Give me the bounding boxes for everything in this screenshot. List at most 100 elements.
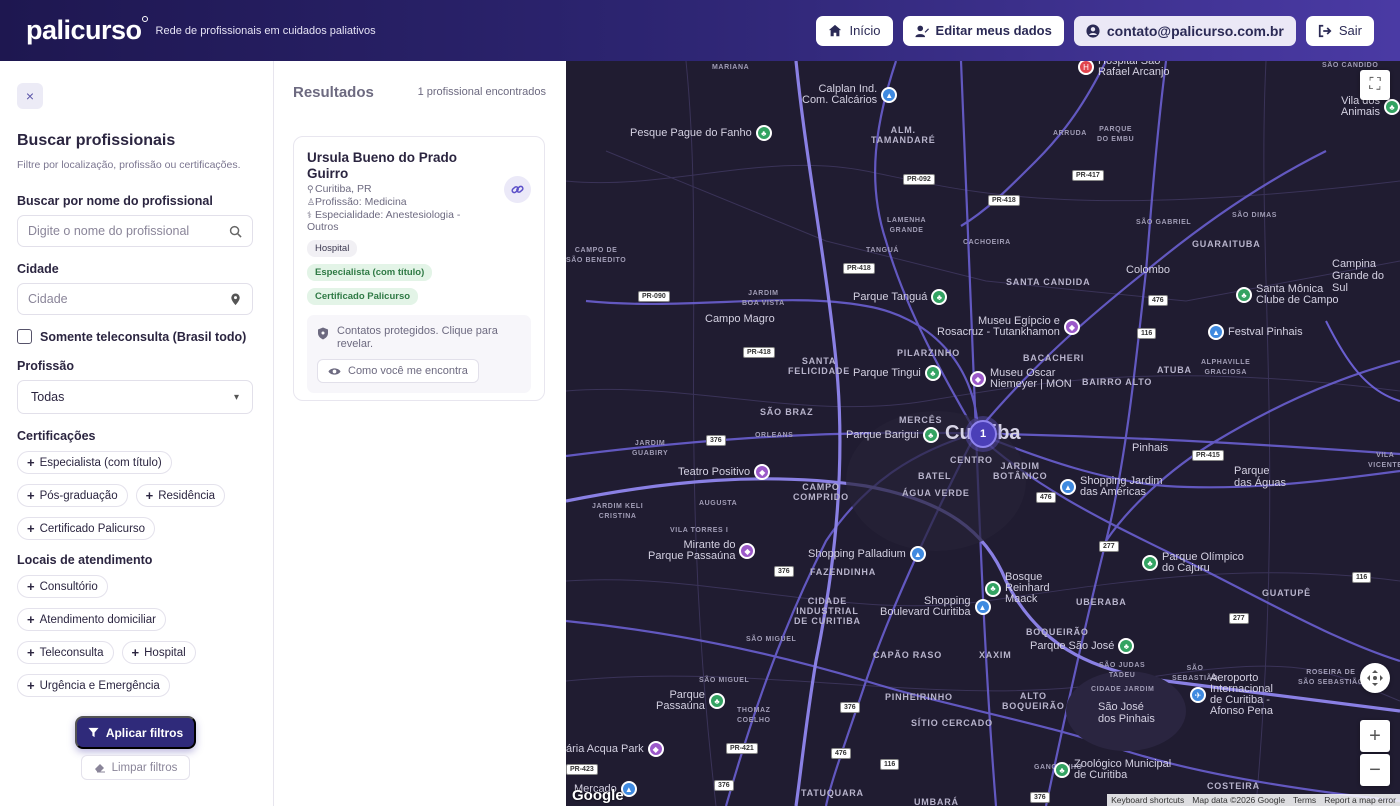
map-poi[interactable]: ♣ Parque Passaúna: [656, 690, 725, 712]
area-label: ARRUDA: [1053, 130, 1087, 137]
town-label: Campo Magro: [705, 313, 775, 325]
area-label: CAPÃO RASO: [873, 650, 943, 660]
chip-consultorio[interactable]: + Consultório: [17, 575, 108, 598]
keyboard-shortcuts-link[interactable]: Keyboard shortcuts: [1111, 795, 1184, 805]
area-label: SÃO GABRIEL: [1136, 219, 1192, 226]
route-shield: 476: [1036, 492, 1056, 503]
terms-link[interactable]: Terms: [1293, 795, 1316, 805]
location-pin-icon: [231, 292, 240, 305]
zoom-in-button[interactable]: +: [1360, 720, 1390, 752]
poi-label: Mirante do Parque Passaúna: [648, 539, 736, 562]
chip-teleconsulta[interactable]: + Teleconsulta: [17, 641, 114, 664]
area-label: TANGUÁ: [866, 247, 900, 254]
logout-button[interactable]: Sair: [1305, 15, 1374, 46]
close-icon: ×: [25, 88, 35, 104]
chip-pos-graduacao[interactable]: + Pós-graduação: [17, 484, 128, 507]
map-poi[interactable]: ♣ Zoológico Municipal de Curitiba: [1054, 759, 1171, 781]
name-search-input[interactable]: Digite o nome do profissional: [17, 215, 253, 247]
apply-filters-button[interactable]: Aplicar filtros: [75, 716, 196, 749]
chip-especialista[interactable]: + Especialista (com título): [17, 451, 172, 474]
profession-select[interactable]: Todas ▾: [17, 380, 253, 414]
chip-urgencia-emergencia[interactable]: + Urgência e Emergência: [17, 674, 170, 697]
marker-cluster[interactable]: 1: [969, 420, 997, 448]
area-label: JARDIM GUABIRY: [632, 440, 669, 457]
stethoscope-icon: ⚕: [307, 210, 312, 220]
route-shield: PR-418: [843, 263, 875, 274]
area-label: CACHOEIRA: [963, 239, 1011, 246]
chip-residencia[interactable]: + Residência: [135, 484, 226, 507]
map-poi[interactable]: ◆ Museu Egípcio e Rosacruz - Tutankhamon: [937, 316, 1080, 338]
map-poi[interactable]: ◆ ária Acqua Park: [566, 741, 664, 757]
area-label: CENTRO: [950, 455, 993, 465]
map-poi[interactable]: ♣ Parque Tingui: [853, 365, 941, 381]
map-poi[interactable]: ♣ Santa Mônica Clube de Campo: [1236, 284, 1339, 306]
map-poi[interactable]: ♣ Parque Olímpico do Cajuru: [1142, 552, 1244, 574]
chip-label: Atendimento domiciliar: [39, 613, 156, 626]
map-poi[interactable]: ▲ Calplan Ind. Com. Calcários: [802, 84, 898, 106]
chip-certificado-palicurso[interactable]: + Certificado Palicurso: [17, 517, 156, 540]
city-input[interactable]: Cidade: [17, 283, 253, 315]
map-poi[interactable]: ♣ Parque São José: [1030, 638, 1135, 654]
poi-marker-icon: ♣: [1384, 99, 1400, 115]
map-poi[interactable]: ♣ Pesque Pague do Fanho: [630, 125, 772, 141]
map-poi[interactable]: ♣ Bosque Reinhard Maack: [985, 572, 1050, 605]
fullscreen-button[interactable]: ⛶: [1360, 70, 1390, 100]
chip-label: Pós-graduação: [39, 489, 118, 502]
account-email-button[interactable]: contato@palicurso.com.br: [1073, 15, 1296, 46]
home-button[interactable]: Início: [816, 15, 893, 46]
teleconsulta-toggle[interactable]: Somente teleconsulta (Brasil todo): [17, 329, 246, 344]
poi-label: Shopping Palladium: [808, 547, 906, 560]
report-error-link[interactable]: Report a map error: [1324, 795, 1396, 805]
area-label: THOMAZ COELHO: [737, 707, 771, 724]
edit-profile-button[interactable]: Editar meus dados: [902, 15, 1064, 46]
town-label: Pinhais: [1132, 442, 1169, 454]
zoom-out-button[interactable]: −: [1360, 754, 1390, 786]
protected-contacts[interactable]: Contatos protegidos. Clique para revelar…: [307, 315, 531, 393]
map-poi[interactable]: H Hospital São Rafael Arcanjo: [1078, 61, 1170, 78]
protected-contacts-row: Contatos protegidos. Clique para revelar…: [317, 325, 521, 351]
filter-panel: × Buscar profissionais Filtre por locali…: [0, 61, 274, 806]
chip-hospital[interactable]: + Hospital: [121, 641, 196, 664]
route-shield: PR-423: [566, 764, 598, 775]
logout-icon: [1318, 24, 1332, 37]
route-shield: 277: [1099, 541, 1119, 552]
map-poi[interactable]: ♣ Parque Tanguá: [853, 289, 948, 305]
chip-label: Certificado Palicurso: [39, 522, 146, 535]
logo[interactable]: palicurso: [26, 15, 148, 46]
map-poi[interactable]: ✈ Aeroporto Internacional de Curitiba - Afon…: [1190, 673, 1273, 717]
clear-filters-button[interactable]: Limpar filtros: [81, 755, 190, 780]
map-poi[interactable]: ▲ Shopping Boulevard Curitiba: [880, 596, 991, 618]
town-label: Parque das Águas: [1234, 465, 1286, 489]
profile-link-button[interactable]: [504, 176, 531, 203]
close-filters-button[interactable]: ×: [17, 83, 43, 109]
map-poi[interactable]: ▲ Shopping Palladium: [808, 546, 926, 562]
map-poi[interactable]: ▲ Shopping Jardim das Américas: [1060, 476, 1163, 498]
area-label: SANTA FELICIDADE: [788, 356, 850, 376]
poi-label: Zoológico Municipal de Curitiba: [1074, 758, 1172, 781]
home-label: Início: [849, 23, 881, 38]
map-camera-control[interactable]: [1360, 663, 1390, 693]
professional-card[interactable]: Ursula Bueno do Prado Guirro ⚲Curitiba, …: [293, 136, 545, 401]
professional-name: Ursula Bueno do Prado Guirro: [307, 150, 458, 181]
map-view[interactable]: MARIANA ALM. TAMANDARÉ ARRUDA PARQUE DO EMBU L…: [566, 61, 1400, 806]
clear-filters-label: Limpar filtros: [111, 761, 178, 774]
shield-icon: [318, 327, 328, 340]
map-poi[interactable]: ♣ Parque Barigui: [846, 427, 939, 443]
route-shield: 376: [706, 435, 726, 446]
results-count: 1 profissional encontrados: [417, 86, 546, 98]
plus-icon: +: [27, 579, 35, 594]
how-found-button[interactable]: Como você me encontra: [317, 359, 479, 383]
map-poi[interactable]: ◆ Museu Oscar Niemeyer | MON: [970, 368, 1072, 390]
chip-atendimento-domiciliar[interactable]: + Atendimento domiciliar: [17, 608, 166, 631]
tag-hospital: Hospital: [307, 240, 358, 257]
poi-label: Festval Pinhais: [1228, 325, 1303, 338]
map-poi[interactable]: ◆ Teatro Positivo: [678, 464, 771, 480]
area-label: GUARAITUBA: [1192, 239, 1261, 249]
teleconsulta-checkbox[interactable]: [17, 329, 32, 344]
poi-marker-icon: ♣: [708, 693, 725, 709]
area-label: PINHEIRINHO: [885, 692, 953, 702]
map-poi[interactable]: ◆ Mirante do Parque Passaúna: [648, 539, 756, 562]
map-poi[interactable]: ▲ Festval Pinhais: [1208, 324, 1303, 340]
plus-icon: +: [145, 488, 154, 503]
city-label: Cidade: [17, 262, 59, 276]
